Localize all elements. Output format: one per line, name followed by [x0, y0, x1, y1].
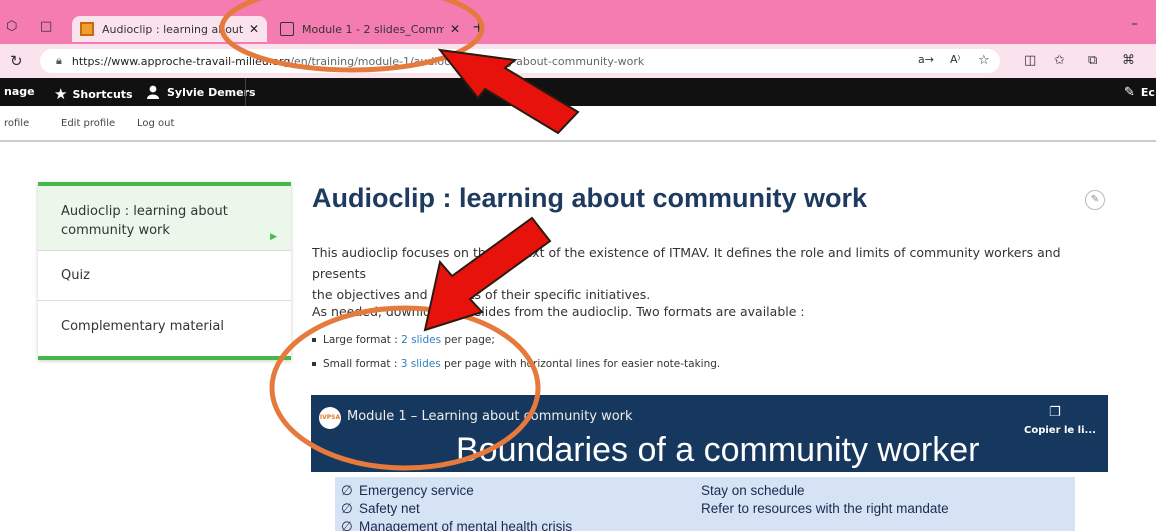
tab-title: Module 1 - 2 slides_Community: [302, 22, 444, 36]
sidebar-item-audioclip[interactable]: Audioclip : learning about community wor…: [38, 186, 291, 250]
split-screen-icon[interactable]: ◫: [1024, 53, 1036, 68]
profile-link[interactable]: rofile: [4, 118, 29, 129]
favorites-icon[interactable]: ✩: [1054, 53, 1065, 68]
new-tab-button[interactable]: +: [472, 17, 485, 36]
sidebar-item-label: Audioclip : learning about: [61, 204, 228, 219]
bullet-text: Large format :: [323, 334, 402, 346]
user-link[interactable]: Sylvie Demers: [146, 85, 256, 99]
download-paragraph: As needed, download the slides from the …: [312, 304, 805, 319]
active-arrow-icon: ▶: [270, 232, 277, 242]
three-slides-link[interactable]: 3 slides: [401, 358, 441, 370]
sidebar-item-complementary[interactable]: Complementary material: [38, 301, 291, 356]
bullet-text: per page with horizontal lines for easie…: [440, 358, 721, 370]
bullet-dot: [312, 338, 316, 342]
address-bar-row: ↻ 🔒︎ https://www.approche-travail-milieu…: [0, 44, 1156, 78]
slide-right-item: Stay on schedule: [701, 483, 805, 498]
channel-logo[interactable]: IVPSA: [319, 407, 341, 429]
url-host: https://www.approche-travail-milieu.org: [71, 54, 291, 68]
toolbar-divider: [245, 78, 246, 106]
tab-actions-icon[interactable]: □: [40, 19, 52, 34]
log-out-link[interactable]: Log out: [137, 118, 174, 129]
slide-right-item: Refer to resources with the right mandat…: [701, 501, 949, 516]
document-icon: [280, 22, 294, 36]
slide-list-item: ∅ Management of mental health crisis: [341, 519, 572, 531]
refresh-icon[interactable]: ↻: [10, 52, 23, 70]
list-item: Small format : 3 slides per page with ho…: [312, 358, 720, 370]
edit-label: Ec: [1140, 86, 1155, 99]
sidebar-item-label: community work: [61, 223, 170, 238]
bullet-text: Small format :: [323, 358, 401, 370]
slide-item-text: Management of mental health crisis: [359, 519, 573, 531]
intro-line: This audioclip focuses on the context of…: [312, 245, 1061, 281]
slide-list-item: ∅ Safety net: [341, 501, 420, 517]
edit-toggle[interactable]: ✎ Ec: [1124, 85, 1155, 100]
lock-icon[interactable]: 🔒︎: [56, 54, 62, 68]
extensions-icon[interactable]: ⌘: [1122, 53, 1135, 68]
browser-tab-bar: ⬡ □ Audioclip : learning about comm ✕ Mo…: [0, 0, 1156, 44]
collections-icon[interactable]: ⧉: [1088, 53, 1097, 68]
user-name: Sylvie Demers: [167, 85, 256, 99]
url-field[interactable]: 🔒︎ https://www.approche-travail-milieu.o…: [40, 49, 1000, 73]
bullet-dot: [312, 362, 316, 366]
tab-audioclip[interactable]: Audioclip : learning about comm ✕: [72, 16, 267, 42]
tab-title: Audioclip : learning about comm: [102, 22, 243, 36]
video-title[interactable]: Module 1 – Learning about community work: [347, 409, 633, 424]
embedded-video[interactable]: IVPSA Module 1 – Learning about communit…: [311, 395, 1108, 531]
url-path: /en/training/module-1/audioclip-learning…: [290, 54, 645, 68]
sidebar-item-label: Complementary material: [61, 319, 224, 334]
user-tabs: rofile Edit profile Log out: [0, 106, 1156, 142]
close-tab-icon[interactable]: ✕: [450, 22, 460, 36]
module-sidebar: Audioclip : learning about community wor…: [38, 182, 291, 360]
user-icon: [147, 85, 159, 99]
page-title: Audioclip : learning about community wor…: [312, 183, 868, 213]
pencil-icon: ✎: [1124, 85, 1135, 100]
slide-heading: Boundaries of a community worker: [456, 431, 980, 469]
slide-item-text: Emergency service: [359, 483, 474, 498]
sidebar-item-quiz[interactable]: Quiz: [38, 251, 291, 300]
star-icon: ★: [54, 85, 68, 103]
empty-set-icon: ∅: [341, 519, 353, 531]
empty-set-icon: ∅: [341, 483, 353, 498]
favorite-star-icon[interactable]: ☆: [978, 53, 990, 68]
two-slides-link[interactable]: 2 slides: [401, 334, 441, 346]
sidebar-item-label: Quiz: [61, 268, 90, 283]
minimize-window-button[interactable]: –: [1131, 16, 1138, 32]
close-tab-icon[interactable]: ✕: [249, 22, 259, 36]
empty-set-icon: ∅: [341, 501, 353, 516]
shortcuts-link[interactable]: ★ Shortcuts: [54, 85, 133, 103]
copy-link-icon[interactable]: ❐: [1049, 405, 1061, 420]
list-item: Large format : 2 slides per page;: [312, 334, 495, 346]
edit-pencil-button[interactable]: ✎: [1085, 190, 1105, 210]
shortcuts-label: Shortcuts: [72, 87, 133, 101]
edit-profile-link[interactable]: Edit profile: [61, 118, 115, 129]
workspaces-icon[interactable]: ⬡: [6, 19, 17, 34]
bullet-text: per page;: [441, 334, 495, 346]
slide-item-text: Safety net: [359, 501, 420, 516]
translate-icon[interactable]: a→: [918, 53, 934, 66]
read-aloud-icon[interactable]: A⁾: [950, 53, 960, 66]
copy-link-label[interactable]: Copier le li...: [1024, 425, 1096, 436]
slide-list-item: ∅ Emergency service: [341, 483, 474, 499]
intro-paragraph: This audioclip focuses on the context of…: [312, 242, 1112, 305]
tab-module-slides[interactable]: Module 1 - 2 slides_Community ✕: [272, 16, 468, 42]
admin-toolbar: nage ★ Shortcuts Sylvie Demers ✎ Ec: [0, 78, 1156, 106]
manage-link[interactable]: nage: [4, 85, 35, 98]
site-favicon-icon: [80, 22, 94, 36]
